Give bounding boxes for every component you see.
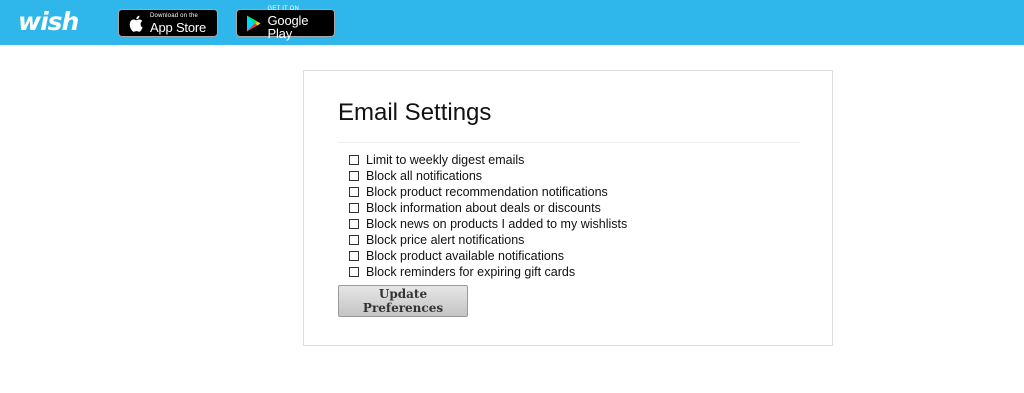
app-store-small-label: Download on the <box>150 12 199 19</box>
option-label: Block product available notifications <box>366 249 565 263</box>
checkbox[interactable] <box>349 203 359 213</box>
checkbox[interactable] <box>349 267 359 277</box>
page-title: Email Settings <box>338 99 492 126</box>
email-settings-panel: Email Settings Limit to weekly digest em… <box>303 70 833 346</box>
top-bar: wish Download on the App Store GET IT ON… <box>0 0 1024 45</box>
option-label: Block all notifications <box>366 169 483 183</box>
google-play-badge[interactable]: GET IT ON Google Play <box>236 6 335 41</box>
option-label: Block news on products I added to my wis… <box>366 217 628 231</box>
option-block-all[interactable]: Block all notifications <box>349 168 627 184</box>
option-label: Block information about deals or discoun… <box>366 201 601 215</box>
option-label: Limit to weekly digest emails <box>366 153 525 167</box>
app-store-badge[interactable]: Download on the App Store <box>118 9 218 37</box>
app-store-label: App Store <box>150 19 207 35</box>
option-block-recommendations[interactable]: Block product recommendation notificatio… <box>349 184 627 200</box>
wish-logo[interactable]: wish <box>18 6 79 38</box>
option-label: Block reminders for expiring gift cards <box>366 265 576 279</box>
option-label: Block product recommendation notificatio… <box>366 185 608 199</box>
google-play-label: Google Play <box>267 13 309 41</box>
checkbox[interactable] <box>349 251 359 261</box>
apple-icon <box>128 14 144 32</box>
option-weekly-digest[interactable]: Limit to weekly digest emails <box>349 152 627 168</box>
checkbox[interactable] <box>349 219 359 229</box>
update-preferences-button[interactable]: Update Preferences <box>338 285 468 317</box>
option-block-wishlist-news[interactable]: Block news on products I added to my wis… <box>349 216 627 232</box>
option-block-price-alerts[interactable]: Block price alert notifications <box>349 232 627 248</box>
email-options-list: Limit to weekly digest emails Block all … <box>349 152 627 280</box>
checkbox[interactable] <box>349 235 359 245</box>
checkbox[interactable] <box>349 155 359 165</box>
option-block-product-available[interactable]: Block product available notifications <box>349 248 627 264</box>
option-label: Block price alert notifications <box>366 233 525 247</box>
option-block-gift-card-reminders[interactable]: Block reminders for expiring gift cards <box>349 264 627 280</box>
checkbox[interactable] <box>349 171 359 181</box>
checkbox[interactable] <box>349 187 359 197</box>
divider <box>338 142 800 143</box>
google-play-small-label: GET IT ON <box>267 6 300 12</box>
google-play-icon <box>246 14 262 32</box>
option-block-deals[interactable]: Block information about deals or discoun… <box>349 200 627 216</box>
